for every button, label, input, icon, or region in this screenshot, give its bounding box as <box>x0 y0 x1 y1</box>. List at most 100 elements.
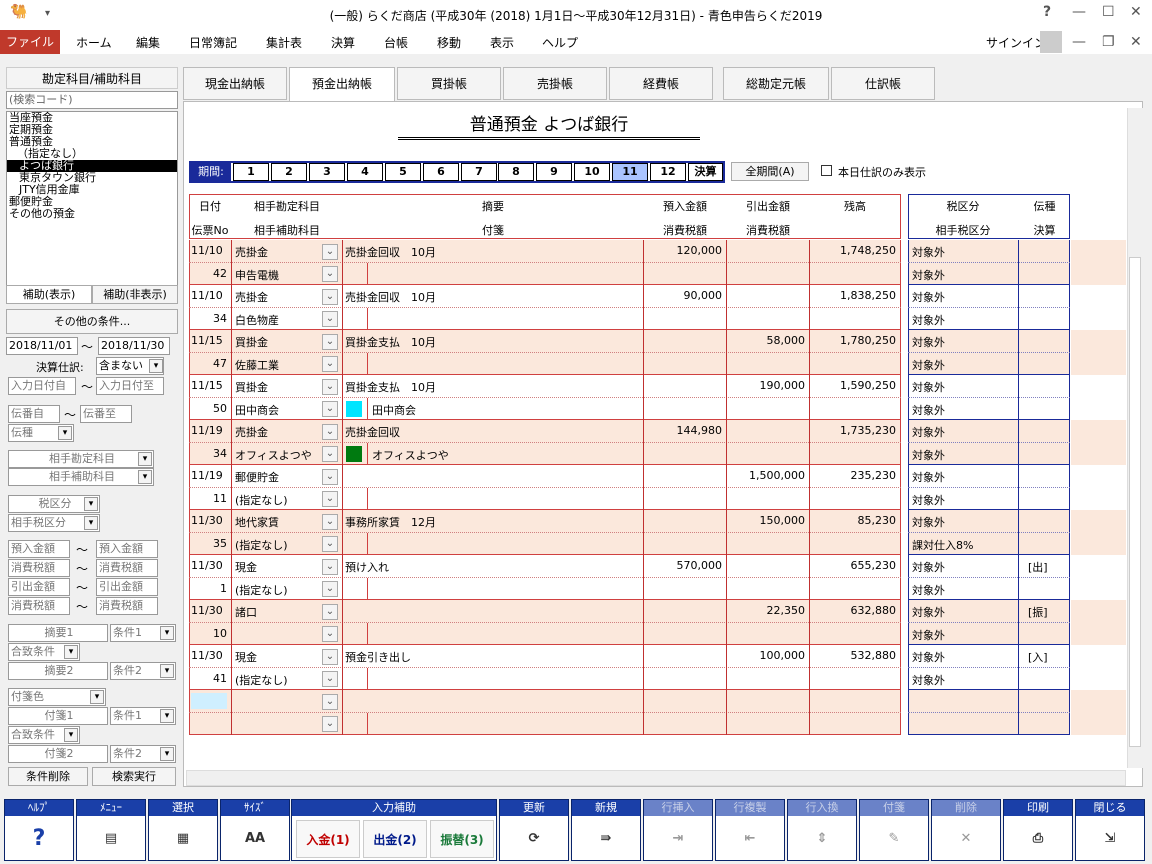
input-assist-button[interactable]: 入力補助 入金(1) 出金(2) 振替(3) <box>291 799 497 861</box>
menu-move[interactable]: 移動 <box>437 34 461 51</box>
today-only-checkbox[interactable] <box>821 165 832 176</box>
chevron-down-icon[interactable]: ⌄ <box>322 446 338 462</box>
chevron-down-icon[interactable]: ⌄ <box>322 716 338 732</box>
date-to-input[interactable]: 2018/11/30 <box>98 337 170 355</box>
menu-file[interactable]: ファイル <box>0 30 60 54</box>
date-input[interactable] <box>191 693 227 709</box>
all-period-button[interactable]: 全期間(A) <box>731 162 809 181</box>
shukkin-button[interactable]: 出金(2) <box>363 820 427 858</box>
chevron-down-icon[interactable]: ⌄ <box>322 356 338 372</box>
insert-row-button[interactable]: 行挿入 ⇥ <box>643 799 713 861</box>
chevron-down-icon[interactable]: ▾ <box>160 747 174 761</box>
account-tree[interactable]: 当座預金 定期預金 普通預金 （指定なし） よつば銀行 東京タウン銀行 JTY信… <box>6 111 178 286</box>
help-button[interactable]: ﾍﾙﾌﾟ? <box>4 799 74 861</box>
select-button[interactable]: 選択 ▦ <box>148 799 218 861</box>
period-1[interactable]: 1 <box>233 163 269 181</box>
shohi2-to[interactable]: 消費税額 <box>96 597 158 615</box>
period-11[interactable]: 11 <box>612 163 648 181</box>
fusen-button[interactable]: 付箋 ✎ <box>859 799 929 861</box>
tree-item[interactable]: その他の預金 <box>7 208 177 220</box>
clear-conditions-button[interactable]: 条件削除 <box>8 767 88 786</box>
menu-edit[interactable]: 編集 <box>136 34 160 51</box>
chevron-down-icon[interactable]: ▾ <box>58 426 72 440</box>
chevron-down-icon[interactable]: ⌄ <box>322 311 338 327</box>
period-5[interactable]: 5 <box>385 163 421 181</box>
period-3[interactable]: 3 <box>309 163 345 181</box>
period-8[interactable]: 8 <box>498 163 534 181</box>
search-execute-button[interactable]: 検索実行 <box>92 767 176 786</box>
chevron-down-icon[interactable]: ⌄ <box>322 491 338 507</box>
tab-general-ledger[interactable]: 総勘定元帳 <box>723 67 829 100</box>
shohi2-from[interactable]: 消費税額 <box>8 597 70 615</box>
chevron-down-icon[interactable]: ⌄ <box>322 469 338 485</box>
azuke-to[interactable]: 預入金額 <box>96 540 158 558</box>
period-2[interactable]: 2 <box>271 163 307 181</box>
chevron-down-icon[interactable]: ⌄ <box>322 626 338 642</box>
chevron-down-icon[interactable]: ⌄ <box>322 244 338 260</box>
menu-ledger[interactable]: 台帳 <box>384 34 408 51</box>
period-9[interactable]: 9 <box>536 163 572 181</box>
furikae-button[interactable]: 振替(3) <box>430 820 494 858</box>
copy-row-button[interactable]: 行複製 ⇤ <box>715 799 785 861</box>
chevron-down-icon[interactable]: ▾ <box>160 626 174 640</box>
update-button[interactable]: 更新 ⟳ <box>499 799 569 861</box>
chevron-down-icon[interactable]: ⌄ <box>322 671 338 687</box>
size-button[interactable]: ｻｲｽﾞ AA <box>220 799 290 861</box>
chevron-down-icon[interactable]: ▾ <box>149 359 163 373</box>
period-10[interactable]: 10 <box>574 163 610 181</box>
ribbon-minimize-icon[interactable]: — <box>1072 34 1086 50</box>
tab-deposit-book[interactable]: 預金出納帳 <box>289 67 395 102</box>
menu-view[interactable]: 表示 <box>490 34 514 51</box>
tekiyo2-input[interactable]: 摘要2 <box>8 662 108 680</box>
horizontal-scrollbar[interactable] <box>186 770 1126 786</box>
tekiyo1-input[interactable]: 摘要1 <box>8 624 108 642</box>
chevron-down-icon[interactable]: ▾ <box>90 690 104 704</box>
denban-from[interactable]: 伝番自 <box>8 405 60 423</box>
aite-hojo-select[interactable]: 相手補助科目 <box>8 468 154 486</box>
new-button[interactable]: 新規 ⇛ <box>571 799 641 861</box>
minimize-icon[interactable]: — <box>1072 4 1086 20</box>
tab-hojo-show[interactable]: 補助(表示) <box>6 285 92 304</box>
date-from-input[interactable]: 2018/11/01 <box>6 337 78 355</box>
doc-close-icon[interactable]: ✕ <box>1130 34 1142 50</box>
tab-payable-book[interactable]: 買掛帳 <box>397 67 501 100</box>
chevron-down-icon[interactable]: ▾ <box>64 645 78 659</box>
hiki-from[interactable]: 引出金額 <box>8 578 70 596</box>
chevron-down-icon[interactable]: ⌄ <box>322 424 338 440</box>
search-code-input[interactable]: (検索コード) <box>6 91 178 109</box>
chevron-down-icon[interactable]: ⌄ <box>322 694 338 710</box>
menu-closing[interactable]: 決算 <box>331 34 355 51</box>
period-closing[interactable]: 決算 <box>688 163 723 181</box>
chevron-down-icon[interactable]: ⌄ <box>322 289 338 305</box>
signin-link[interactable]: サインイン <box>986 34 1046 51</box>
aite-kamoku-select[interactable]: 相手勘定科目 <box>8 450 154 468</box>
help-icon[interactable]: ? <box>1043 4 1051 20</box>
denban-to[interactable]: 伝番至 <box>80 405 132 423</box>
chevron-down-icon[interactable]: ⌄ <box>322 401 338 417</box>
chevron-down-icon[interactable]: ▾ <box>138 452 152 466</box>
chevron-down-icon[interactable]: ▾ <box>160 664 174 678</box>
swap-row-button[interactable]: 行入換 ⇕ <box>787 799 857 861</box>
fusen1-input[interactable]: 付箋1 <box>8 707 108 725</box>
chevron-down-icon[interactable]: ⌄ <box>322 379 338 395</box>
maximize-icon[interactable]: ☐ <box>1102 4 1115 20</box>
fusen2-input[interactable]: 付箋2 <box>8 745 108 763</box>
tab-hojo-hide[interactable]: 補助(非表示) <box>92 285 178 304</box>
chevron-down-icon[interactable]: ⌄ <box>322 266 338 282</box>
shohi1-to[interactable]: 消費税額 <box>96 559 158 577</box>
delete-button[interactable]: 削除 ✕ <box>931 799 1001 861</box>
azuke-from[interactable]: 預入金額 <box>8 540 70 558</box>
nyukin-button[interactable]: 入金(1) <box>296 820 360 858</box>
chevron-down-icon[interactable]: ⌄ <box>322 559 338 575</box>
restore-icon[interactable]: ❐ <box>1102 34 1115 50</box>
menu-home[interactable]: ホーム <box>76 34 112 51</box>
input-date-to[interactable]: 入力日付至 <box>96 377 164 395</box>
scroll-thumb[interactable] <box>1129 257 1141 747</box>
menu-button[interactable]: ﾒﾆｭｰ ▤ <box>76 799 146 861</box>
close-button[interactable]: 閉じる ⇲ <box>1075 799 1145 861</box>
tab-expense-book[interactable]: 経費帳 <box>609 67 713 100</box>
period-6[interactable]: 6 <box>423 163 459 181</box>
chevron-down-icon[interactable]: ▾ <box>84 497 98 511</box>
menu-daily[interactable]: 日常簿記 <box>189 34 237 51</box>
menu-summary[interactable]: 集計表 <box>266 34 302 51</box>
